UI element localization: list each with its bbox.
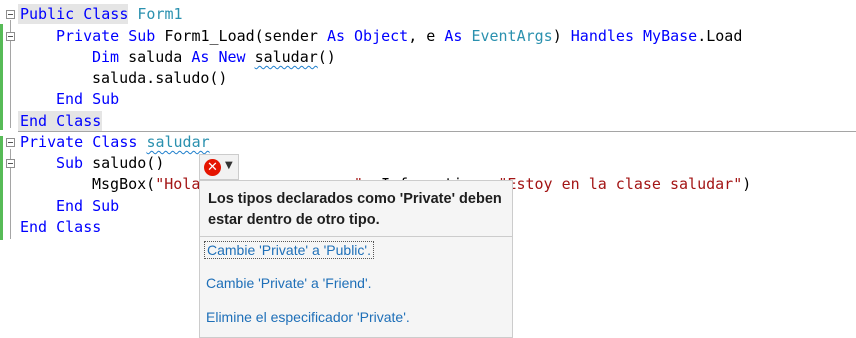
keyword: End	[20, 112, 48, 130]
error-message: Los tipos declarados como 'Private' debe…	[208, 191, 502, 228]
keyword: End	[56, 197, 84, 215]
keyword: As	[444, 27, 463, 45]
keyword: Class	[56, 112, 102, 130]
keyword: Private	[56, 27, 120, 45]
keyword: New	[218, 48, 246, 66]
keyword: End	[20, 218, 48, 236]
code-line[interactable]: Sub saludo()	[0, 153, 856, 174]
squiggle-type-ref: saludar	[254, 48, 318, 66]
fix-change-to-public[interactable]: Cambie 'Private' a 'Public'.	[204, 241, 374, 259]
string-literal: "Estoy en la clase saludar"	[498, 175, 743, 193]
code-line[interactable]: End Sub	[0, 89, 856, 110]
keyword: Sub	[56, 154, 84, 172]
code-line[interactable]: Dim saluda As New saludar()	[0, 47, 856, 68]
keyword: Sub	[128, 27, 156, 45]
code-line[interactable]: Private Class saludar	[0, 132, 856, 153]
keyword: Sub	[92, 197, 120, 215]
code-line[interactable]: saluda.saludo()	[0, 68, 856, 89]
x-circle-icon: ✕	[204, 159, 221, 176]
fix-remove-private[interactable]: Elimine el especificador 'Private'.	[206, 309, 410, 325]
keyword: Handles	[570, 27, 634, 45]
keyword: End	[56, 90, 84, 108]
class-name: Form1	[137, 5, 183, 23]
fix-change-to-friend[interactable]: Cambie 'Private' a 'Friend'.	[206, 275, 372, 291]
divider	[200, 236, 512, 237]
quick-actions-button[interactable]: ✕ ▼	[199, 154, 239, 180]
chevron-down-icon[interactable]: ▼	[225, 160, 233, 171]
keyword: Private	[20, 133, 84, 151]
class-name: saludar	[146, 133, 210, 151]
code-line[interactable]: End Class	[0, 111, 856, 132]
keyword: Class	[92, 133, 138, 151]
keyword: Sub	[92, 90, 120, 108]
keyword: Object	[354, 27, 409, 45]
string-literal: "Hola	[155, 175, 201, 193]
code-line[interactable]: Private Sub Form1_Load(sender As Object,…	[0, 26, 856, 47]
keyword: As	[326, 27, 345, 45]
type-name: EventArgs	[471, 27, 553, 45]
keyword: As	[191, 48, 210, 66]
quick-actions-popup: Los tipos declarados como 'Private' debe…	[199, 180, 513, 338]
keyword: Public	[20, 5, 75, 23]
keyword: MyBase	[643, 27, 698, 45]
keyword: Class	[83, 5, 129, 23]
keyword: Class	[56, 218, 102, 236]
keyword: Dim	[92, 48, 120, 66]
code-line[interactable]: Public Class Form1	[0, 4, 856, 25]
code-editor[interactable]: Public Class Form1 Private Sub Form1_Loa…	[0, 0, 856, 338]
